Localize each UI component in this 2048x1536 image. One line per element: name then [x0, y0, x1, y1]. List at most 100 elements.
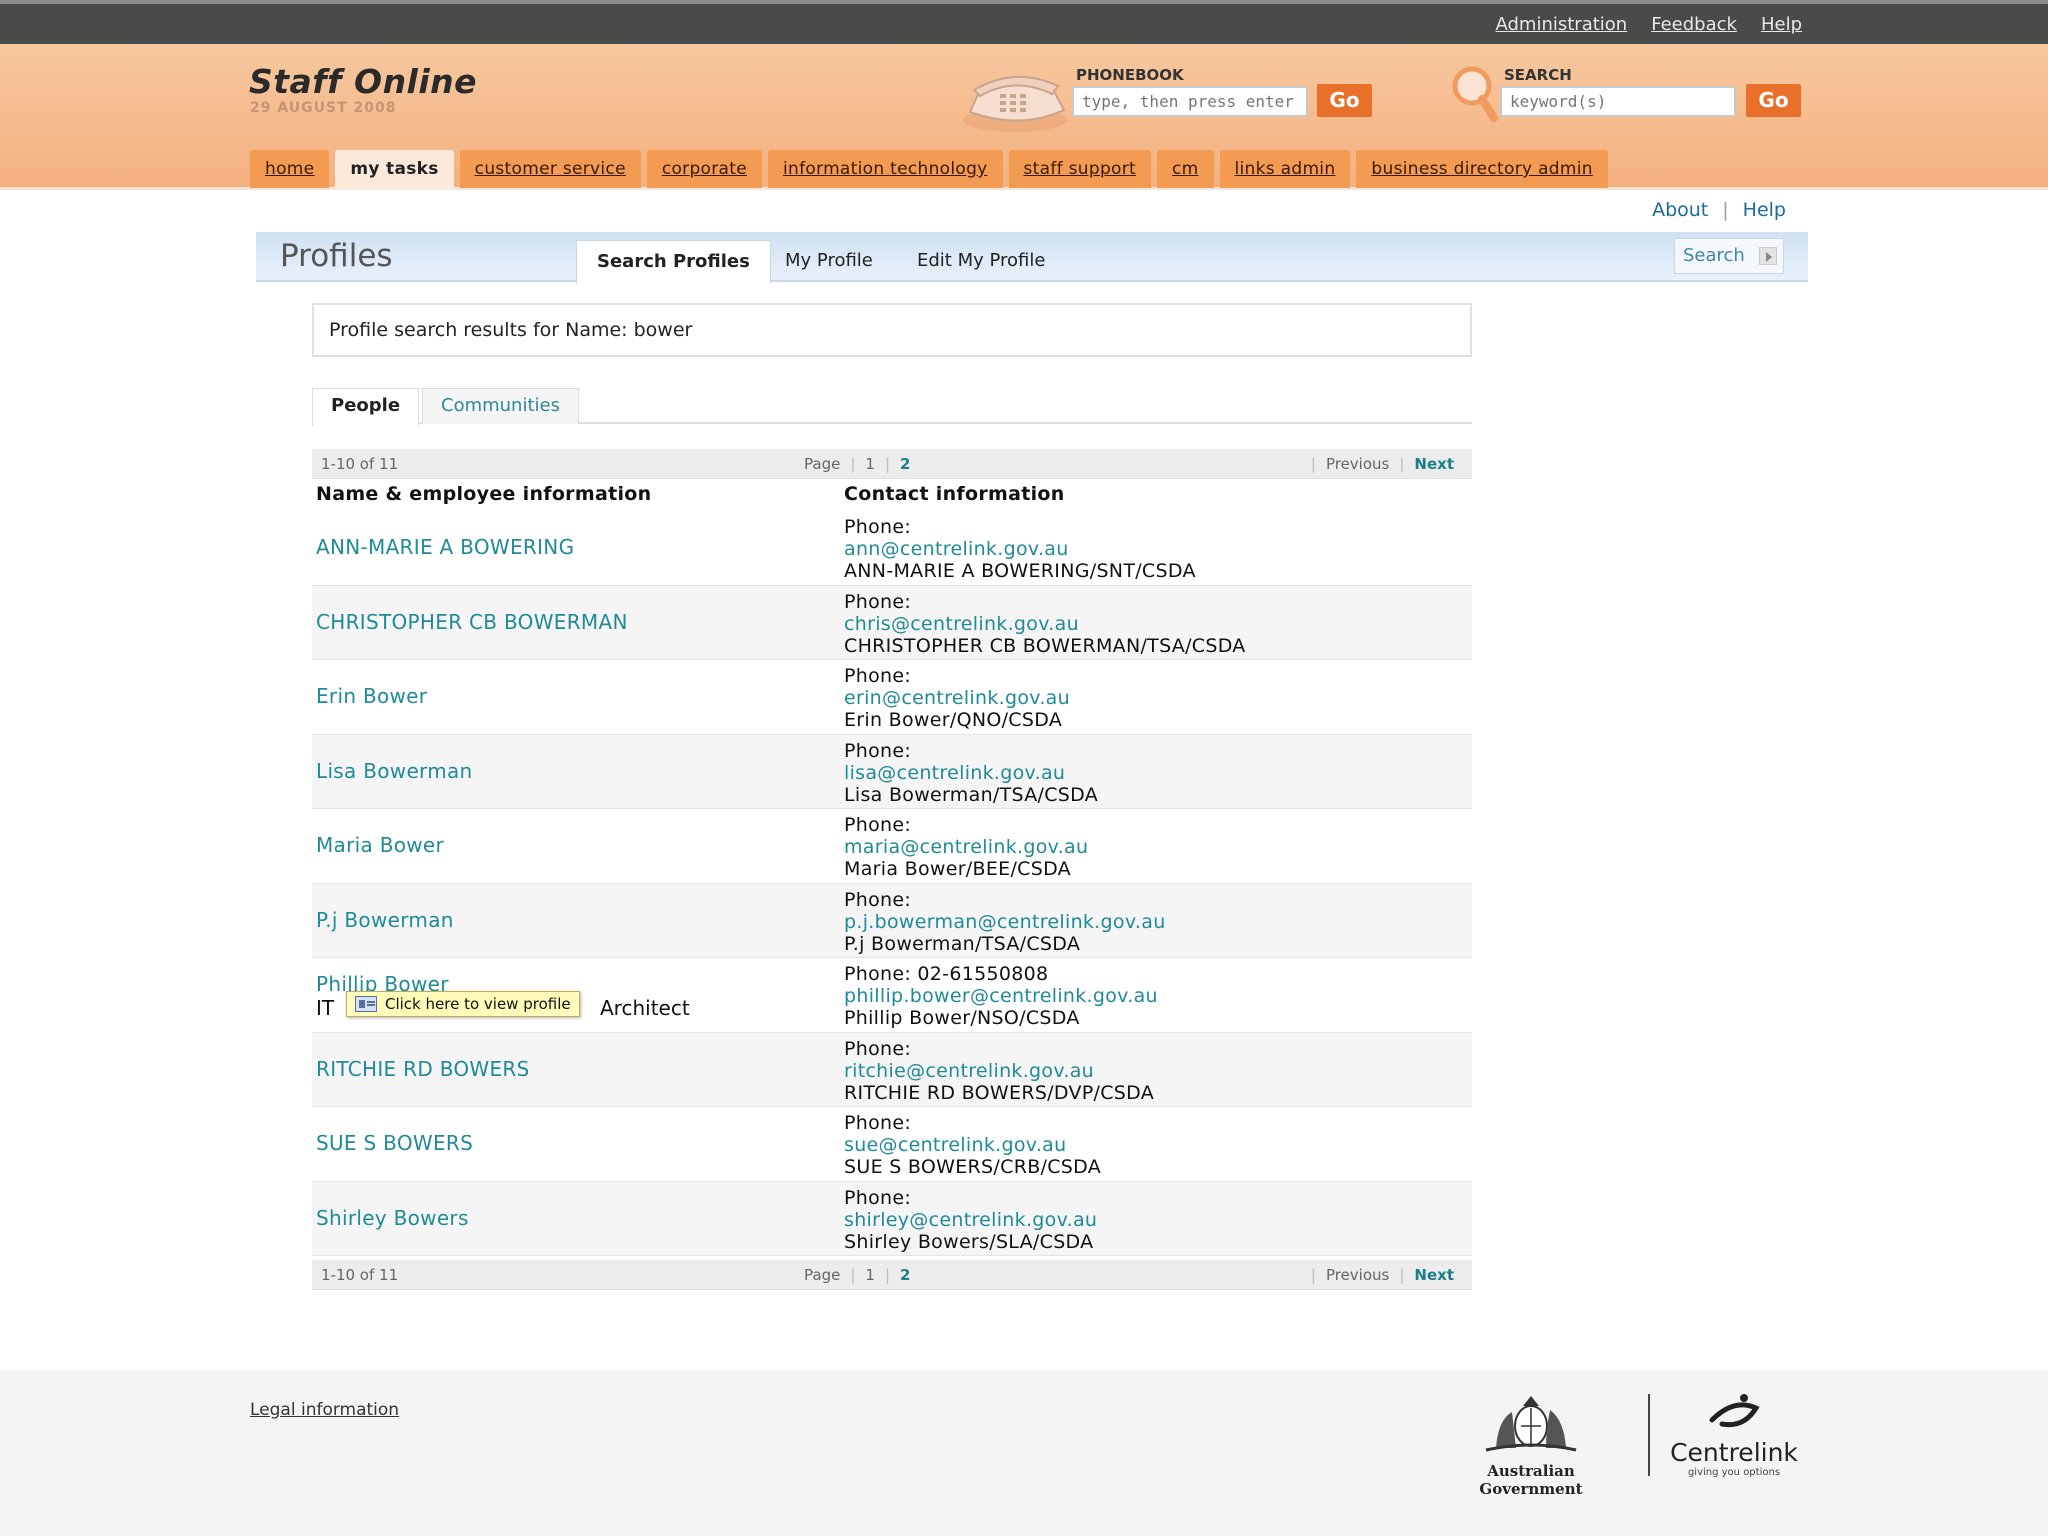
tab-communities[interactable]: Communities — [422, 388, 579, 424]
profiles-header-bar: Profiles Search Profiles My Profile Edit… — [256, 232, 1808, 284]
email-link[interactable]: shirley@centrelink.gov.au — [844, 1209, 1097, 1231]
feedback-link[interactable]: Feedback — [1651, 14, 1737, 35]
email-link[interactable]: phillip.bower@centrelink.gov.au — [844, 985, 1158, 1007]
profile-name-link[interactable]: Erin Bower — [316, 684, 427, 708]
site-date: 29 AUGUST 2008 — [250, 100, 397, 116]
profile-name-link[interactable]: Maria Bower — [316, 833, 444, 857]
nav-my-tasks[interactable]: my tasks — [335, 150, 454, 190]
org-path: P.j Bowerman/TSA/CSDA — [844, 932, 1081, 955]
email-link[interactable]: lisa@centrelink.gov.au — [844, 762, 1098, 784]
tab-my-profile[interactable]: My Profile — [785, 240, 873, 284]
prev-next: | Previous | Next — [1310, 455, 1454, 473]
nav-customer-service[interactable]: customer service — [459, 150, 641, 188]
table-row: CHRISTOPHER CB BOWERMAN Phone: chris@cen… — [312, 585, 1472, 660]
phone-text: Phone: — [844, 1037, 912, 1060]
contact-info: Phone: erin@centrelink.gov.au Erin Bower… — [844, 665, 1070, 731]
tab-edit-my-profile[interactable]: Edit My Profile — [917, 240, 1045, 284]
org-path: Lisa Bowerman/TSA/CSDA — [844, 783, 1099, 806]
about-link[interactable]: About — [1652, 199, 1708, 221]
centrelink-logo: Centrelink giving you options — [1664, 1390, 1804, 1478]
contact-info: Phone: p.j.bowerman@centrelink.gov.au P.… — [844, 889, 1166, 955]
phone-text: Phone: — [844, 590, 912, 613]
coat-of-arms-icon — [1485, 1396, 1577, 1452]
page-title: Profiles — [280, 238, 393, 274]
phone-text: Phone: — [844, 1186, 912, 1209]
org-path: SUE S BOWERS/CRB/CSDA — [844, 1156, 1102, 1178]
contact-info: Phone: sue@centrelink.gov.au SUE S BOWER… — [844, 1112, 1101, 1178]
email-link[interactable]: chris@centrelink.gov.au — [844, 613, 1246, 635]
profile-name-link[interactable]: P.j Bowerman — [316, 908, 454, 932]
profile-name-link[interactable]: RITCHIE RD BOWERS — [316, 1057, 530, 1081]
previous-link: Previous — [1325, 1266, 1390, 1284]
nav-cm[interactable]: cm — [1157, 150, 1214, 188]
help-link-secondary[interactable]: Help — [1743, 199, 1786, 221]
email-link[interactable]: p.j.bowerman@centrelink.gov.au — [844, 911, 1166, 933]
nav-business-directory-admin[interactable]: business directory admin — [1356, 150, 1608, 188]
next-link[interactable]: Next — [1414, 1266, 1454, 1284]
search-icon — [1452, 66, 1498, 122]
profile-name-link[interactable]: ANN-MARIE A BOWERING — [316, 535, 574, 559]
logo-divider — [1648, 1394, 1650, 1476]
profile-name-link[interactable]: CHRISTOPHER CB BOWERMAN — [316, 610, 628, 634]
phone-text: Phone: — [844, 516, 912, 538]
table-row: Shirley Bowers Phone: shirley@centrelink… — [312, 1181, 1472, 1256]
page-1-link: 1 — [865, 1266, 875, 1284]
phone-text: Phone: 02-61550808 — [844, 963, 1049, 985]
page-1-link: 1 — [865, 455, 875, 473]
profile-search-label: Search — [1683, 245, 1745, 266]
nav-corporate[interactable]: corporate — [646, 150, 762, 188]
email-link[interactable]: sue@centrelink.gov.au — [844, 1134, 1101, 1156]
tab-search-profiles[interactable]: Search Profiles — [576, 240, 771, 284]
table-row: Phillip Bower IT Architect Click here to… — [312, 958, 1472, 1033]
search-go-button[interactable]: Go — [1746, 84, 1801, 117]
profile-card-icon — [355, 996, 377, 1012]
email-link[interactable]: ritchie@centrelink.gov.au — [844, 1060, 1154, 1082]
phone-text: Phone: — [844, 739, 912, 762]
nav-staff-support[interactable]: staff support — [1008, 150, 1151, 188]
arrow-right-icon — [1759, 247, 1777, 265]
job-title-end: Architect — [600, 996, 690, 1020]
table-row: SUE S BOWERS Phone: sue@centrelink.gov.a… — [312, 1107, 1472, 1182]
top-links: Administration Feedback Help — [1496, 14, 1803, 35]
result-range: 1-10 of 11 — [321, 455, 399, 473]
help-link[interactable]: Help — [1761, 14, 1802, 35]
pager-top: 1-10 of 11 Page | 1 | 2 | Previous | Nex… — [312, 449, 1472, 479]
search-input[interactable] — [1500, 86, 1736, 117]
profile-search-button[interactable]: Search — [1674, 238, 1784, 274]
about-help-links: About | Help — [1652, 199, 1786, 221]
column-header-name: Name & employee information — [316, 483, 652, 505]
tooltip-text: Click here to view profile — [385, 995, 571, 1013]
administration-link[interactable]: Administration — [1496, 14, 1628, 35]
page-2-link[interactable]: 2 — [900, 1266, 910, 1284]
email-link[interactable]: maria@centrelink.gov.au — [844, 836, 1088, 858]
contact-info: Phone: 02-61550808 phillip.bower@centrel… — [844, 963, 1158, 1029]
next-link[interactable]: Next — [1414, 455, 1454, 473]
phonebook-go-button[interactable]: Go — [1317, 84, 1372, 117]
prev-next: | Previous | Next — [1310, 1266, 1454, 1284]
contact-info: Phone: chris@centrelink.gov.au CHRISTOPH… — [844, 591, 1246, 657]
page-links: Page | 1 | 2 — [804, 1266, 911, 1284]
centrelink-tagline: giving you options — [1687, 1467, 1781, 1478]
phonebook-input[interactable] — [1072, 86, 1308, 117]
legal-information-link[interactable]: Legal information — [250, 1400, 399, 1420]
job-title-start: IT — [316, 996, 335, 1020]
result-type-tabs: People Communities — [312, 388, 1472, 426]
centrelink-name: Centrelink — [1670, 1438, 1798, 1467]
profile-name-link[interactable]: Lisa Bowerman — [316, 759, 473, 783]
page-links: Page | 1 | 2 — [804, 455, 911, 473]
tab-people[interactable]: People — [312, 388, 420, 426]
page-label: Page — [804, 1266, 841, 1284]
page-2-link[interactable]: 2 — [900, 455, 910, 473]
nav-information-technology[interactable]: information technology — [768, 150, 1003, 188]
phone-text: Phone: — [844, 665, 912, 687]
nav-links-admin[interactable]: links admin — [1219, 150, 1351, 188]
phone-text: Phone: — [844, 888, 912, 911]
nav-home[interactable]: home — [250, 150, 330, 188]
profile-name-link[interactable]: Shirley Bowers — [316, 1206, 469, 1230]
result-range: 1-10 of 11 — [321, 1266, 399, 1284]
site-title[interactable]: Staff Online — [249, 62, 477, 101]
email-link[interactable]: erin@centrelink.gov.au — [844, 687, 1070, 709]
email-link[interactable]: ann@centrelink.gov.au — [844, 538, 1196, 560]
profile-name-link[interactable]: SUE S BOWERS — [316, 1131, 473, 1155]
gov-logo-text: Australian Government — [1479, 1462, 1583, 1498]
